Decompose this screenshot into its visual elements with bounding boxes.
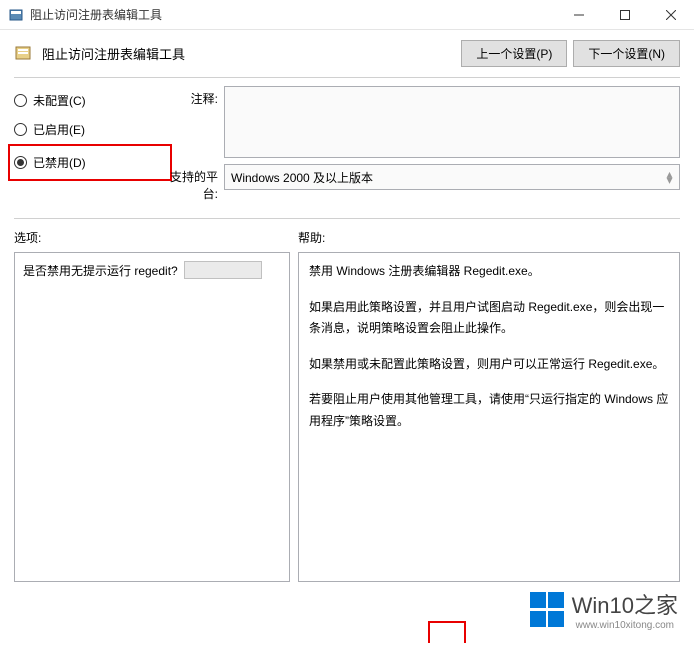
highlight-annotation [428, 621, 466, 643]
option-dropdown[interactable] [184, 261, 262, 279]
options-panel: 是否禁用无提示运行 regedit? [14, 252, 290, 582]
window-controls [556, 0, 694, 29]
windows-logo-icon [530, 592, 566, 628]
watermark-suffix: 之家 [634, 593, 678, 618]
divider [14, 77, 680, 78]
scroll-down-icon[interactable]: ▾ [662, 173, 677, 187]
radio-label: 未配置(C) [33, 92, 86, 109]
prev-setting-button[interactable]: 上一个设置(P) [461, 40, 567, 67]
radio-icon [14, 123, 27, 136]
radio-label: 已禁用(D) [33, 154, 86, 171]
app-icon [8, 7, 24, 23]
help-paragraph: 禁用 Windows 注册表编辑器 Regedit.exe。 [309, 261, 669, 283]
policy-icon [14, 44, 34, 64]
right-fields: 注释: 支持的平台: Windows 2000 及以上版本 ▴ ▾ [164, 86, 680, 208]
option-question: 是否禁用无提示运行 regedit? [23, 262, 178, 279]
policy-title: 阻止访问注册表编辑工具 [42, 44, 185, 63]
next-setting-button[interactable]: 下一个设置(N) [573, 40, 680, 67]
help-paragraph: 如果禁用或未配置此策略设置，则用户可以正常运行 Regedit.exe。 [309, 354, 669, 376]
comment-textarea[interactable] [224, 86, 680, 158]
panels: 是否禁用无提示运行 regedit? 禁用 Windows 注册表编辑器 Reg… [0, 252, 694, 582]
watermark: Win10之家 www.win10xitong.com [530, 588, 678, 631]
radio-not-configured[interactable]: 未配置(C) [14, 86, 164, 115]
help-paragraph: 如果启用此策略设置，并且用户试图启动 Regedit.exe，则会出现一条消息，… [309, 297, 669, 340]
divider [14, 218, 680, 219]
titlebar: 阻止访问注册表编辑工具 [0, 0, 694, 30]
close-button[interactable] [648, 0, 694, 30]
header: 阻止访问注册表编辑工具 上一个设置(P) 下一个设置(N) [0, 30, 694, 73]
radio-icon [14, 156, 27, 169]
radio-group: 未配置(C) 已启用(E) 已禁用(D) [14, 86, 164, 208]
minimize-button[interactable] [556, 0, 602, 30]
maximize-button[interactable] [602, 0, 648, 30]
radio-icon [14, 94, 27, 107]
radio-label: 已启用(E) [33, 121, 85, 138]
watermark-url: www.win10xitong.com [576, 620, 678, 631]
watermark-brand: Win10 [572, 593, 634, 618]
radio-enabled[interactable]: 已启用(E) [14, 115, 164, 144]
platform-box: Windows 2000 及以上版本 ▴ ▾ [224, 164, 680, 190]
options-label: 选项: [14, 229, 298, 246]
option-line: 是否禁用无提示运行 regedit? [23, 261, 281, 279]
help-panel: 禁用 Windows 注册表编辑器 Regedit.exe。 如果启用此策略设置… [298, 252, 680, 582]
help-paragraph: 若要阻止用户使用其他管理工具，请使用“只运行指定的 Windows 应用程序”策… [309, 389, 669, 432]
help-label: 帮助: [298, 229, 325, 246]
highlight-annotation: 已禁用(D) [8, 144, 172, 181]
comment-label: 注释: [164, 86, 224, 158]
section-labels: 选项: 帮助: [0, 229, 694, 252]
platform-value: Windows 2000 及以上版本 [231, 171, 373, 185]
platform-label: 支持的平台: [164, 164, 224, 202]
window-title: 阻止访问注册表编辑工具 [30, 6, 556, 23]
radio-disabled[interactable]: 已禁用(D) [14, 148, 166, 177]
config-area: 未配置(C) 已启用(E) 已禁用(D) 注释: 支持的平台: Windows … [0, 86, 694, 208]
